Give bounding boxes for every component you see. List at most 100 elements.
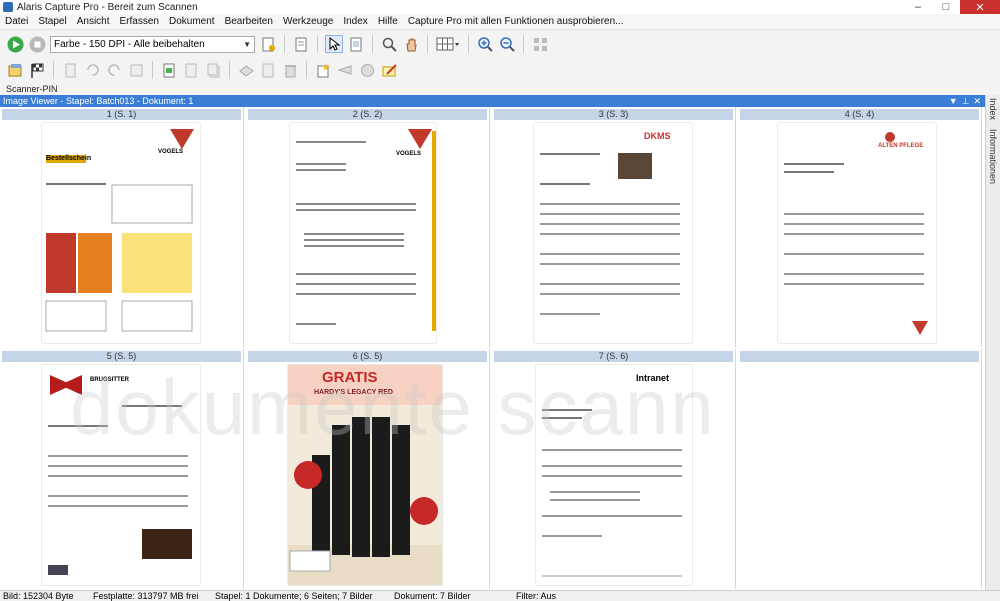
- menu-erfassen[interactable]: Erfassen: [115, 16, 164, 27]
- page-headline: HARDY'S LEGACY RED: [314, 389, 393, 396]
- thumbnail-grid-icon[interactable]: [531, 35, 549, 53]
- document-toolbar: [0, 57, 1000, 84]
- status-dokument: Dokument: 7 Bilder: [394, 591, 471, 601]
- toolbar-separator: [317, 35, 318, 53]
- status-bild: Bild: 152304 Byte: [3, 591, 74, 601]
- menu-hilfe[interactable]: Hilfe: [373, 16, 403, 27]
- right-side-panel: Index Informationen: [985, 95, 1000, 590]
- finish-flag-icon[interactable]: [28, 61, 46, 79]
- page-5-svg: [48, 375, 192, 575]
- page-logo: VOGELS: [396, 151, 422, 157]
- zoom-out-icon[interactable]: [498, 35, 516, 53]
- status-stapel: Stapel: 1 Dokumente; 6 Seiten; 7 Bilder: [215, 591, 373, 601]
- window-controls: – □ ✕: [904, 0, 1000, 14]
- close-icon[interactable]: ✕: [960, 0, 1000, 14]
- page-view-icon[interactable]: [347, 35, 365, 53]
- chevron-down-icon: ▼: [243, 39, 251, 49]
- delete-icon[interactable]: [281, 61, 299, 79]
- page-image: BRUGSITTER: [42, 365, 200, 585]
- scan-profile-select[interactable]: Farbe - 150 DPI - Alle beibehalten ▼: [50, 35, 255, 53]
- page-logo: DKMS: [644, 131, 671, 141]
- page-3-svg: [540, 153, 680, 315]
- scan-profile-value: Farbe - 150 DPI - Alle beibehalten: [54, 38, 205, 50]
- merge-document-icon[interactable]: [336, 61, 354, 79]
- thumbnail-caption: 4 (S. 4): [740, 109, 979, 120]
- thumbnail-caption: 5 (S. 5): [2, 351, 241, 362]
- page-setup-icon[interactable]: [292, 35, 310, 53]
- page-logo: BRUGSITTER: [90, 377, 129, 383]
- edit-image-icon[interactable]: [160, 61, 178, 79]
- pan-hand-icon[interactable]: [402, 35, 420, 53]
- tab-informationen[interactable]: Informationen: [988, 129, 998, 184]
- menu-bar: Datei Stapel Ansicht Erfassen Dokument B…: [0, 14, 1000, 30]
- thumbnail-3[interactable]: 3 (S. 3) DKMS: [492, 107, 736, 347]
- thumbnail-caption: 7 (S. 6): [494, 351, 733, 362]
- menu-datei[interactable]: Datei: [0, 16, 33, 27]
- copy-page-icon[interactable]: [204, 61, 222, 79]
- app-icon: [3, 2, 13, 12]
- page-image: ALTEN PFLEGE: [778, 123, 936, 343]
- annotate-icon[interactable]: [380, 61, 398, 79]
- page-logo: VOGELS: [158, 149, 184, 155]
- maximize-icon[interactable]: □: [932, 0, 960, 14]
- toolbar-separator: [53, 61, 54, 79]
- toolbar-separator: [468, 35, 469, 53]
- viewer-menu-icon[interactable]: ▼: [949, 95, 958, 107]
- menu-index[interactable]: Index: [338, 16, 372, 27]
- toolbar-separator: [427, 35, 428, 53]
- menu-ansicht[interactable]: Ansicht: [72, 16, 115, 27]
- select-pointer-icon[interactable]: [325, 35, 343, 53]
- page-6-svg: [288, 365, 442, 585]
- replace-page-icon[interactable]: [259, 61, 277, 79]
- main-toolbar: Farbe - 150 DPI - Alle beibehalten ▼: [0, 31, 1000, 58]
- window-title: Alaris Capture Pro - Bereit zum Scannen: [17, 1, 198, 13]
- profile-settings-icon[interactable]: [259, 35, 277, 53]
- pin-icon[interactable]: ⊥: [962, 95, 970, 107]
- menu-werkzeuge[interactable]: Werkzeuge: [278, 16, 338, 27]
- toolbar-separator: [152, 61, 153, 79]
- tab-index[interactable]: Index: [988, 98, 998, 120]
- page-image: VOGELS: [290, 123, 436, 343]
- image-viewer: 1 (S. 1) Bestellschein VOGELS 2 (S. 2) V…: [0, 107, 985, 590]
- image-viewer-header: Image Viewer - Stapel: Batch013 - Dokume…: [0, 95, 985, 107]
- thumbnail-6[interactable]: 6 (S. 5) GRATIS HARDY'S LEGACY RED: [246, 349, 490, 589]
- scanner-pin-bar: Scanner-PIN: [0, 83, 1000, 95]
- status-bar: Bild: 152304 Byte Festplatte: 313797 MB …: [0, 590, 1000, 601]
- viewer-controls: ▼ ⊥ ✕: [949, 95, 981, 107]
- title-bar: Alaris Capture Pro - Bereit zum Scannen …: [0, 0, 1000, 14]
- toolbar-separator: [372, 35, 373, 53]
- menu-trial[interactable]: Capture Pro mit allen Funktionen ausprob…: [403, 16, 629, 27]
- thumbnail-caption: [740, 351, 979, 362]
- crop-icon[interactable]: [182, 61, 200, 79]
- thumbnail-caption: 1 (S. 1): [2, 109, 241, 120]
- zoom-in-icon[interactable]: [476, 35, 494, 53]
- viewer-close-icon[interactable]: ✕: [973, 95, 981, 107]
- rotate-left-icon[interactable]: [83, 61, 101, 79]
- page-image: Bestellschein VOGELS: [42, 123, 200, 343]
- page-7-svg: [542, 409, 682, 577]
- start-scan-icon[interactable]: [6, 35, 24, 53]
- grid-layout-icon[interactable]: [435, 35, 461, 53]
- thumbnail-7[interactable]: 7 (S. 6) Intranet: [492, 349, 736, 589]
- menu-bearbeiten[interactable]: Bearbeiten: [220, 16, 278, 27]
- zoom-area-icon[interactable]: [380, 35, 398, 53]
- stop-scan-icon[interactable]: [28, 35, 46, 53]
- thumbnail-2[interactable]: 2 (S. 2) VOGELS: [246, 107, 490, 347]
- thumbnail-4[interactable]: 4 (S. 4) ALTEN PFLEGE: [738, 107, 982, 347]
- page-4-svg: [784, 132, 928, 335]
- scan-page-icon[interactable]: [237, 61, 255, 79]
- thumbnail-1[interactable]: 1 (S. 1) Bestellschein VOGELS: [0, 107, 244, 347]
- menu-stapel[interactable]: Stapel: [33, 16, 71, 27]
- status-festplatte: Festplatte: 313797 MB frei: [93, 591, 199, 601]
- split-document-icon[interactable]: [358, 61, 376, 79]
- new-document-icon[interactable]: [314, 61, 332, 79]
- thumbnail-caption: 6 (S. 5): [248, 351, 487, 362]
- new-page-icon[interactable]: [61, 61, 79, 79]
- batch-icon[interactable]: [6, 61, 24, 79]
- thumbnail-5[interactable]: 5 (S. 5) BRUGSITTER: [0, 349, 244, 589]
- menu-dokument[interactable]: Dokument: [164, 16, 220, 27]
- flip-icon[interactable]: [127, 61, 145, 79]
- page-logo: GRATIS: [322, 369, 378, 386]
- rotate-right-icon[interactable]: [105, 61, 123, 79]
- minimize-icon[interactable]: –: [904, 0, 932, 14]
